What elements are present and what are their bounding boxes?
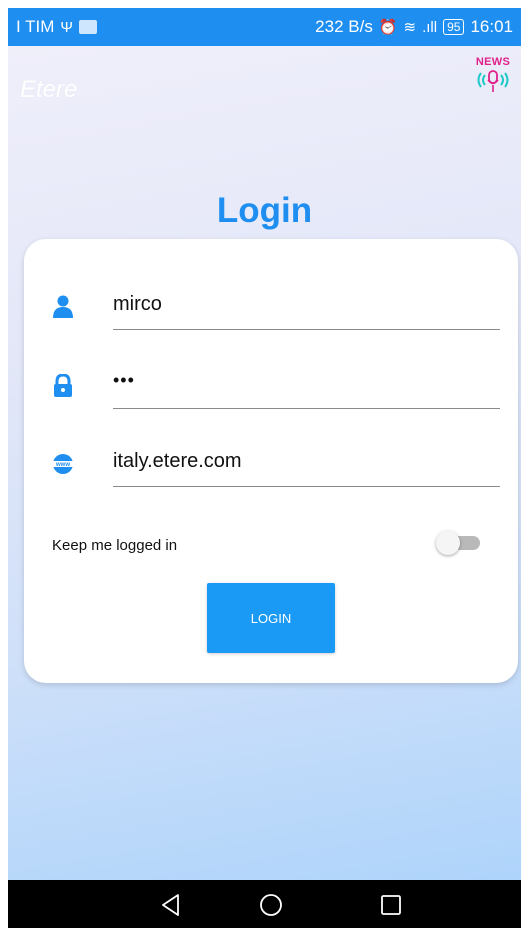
page-title: Login bbox=[216, 191, 313, 230]
server-underline bbox=[113, 486, 500, 487]
status-time: 16:01 bbox=[470, 17, 513, 36]
recents-square-icon[interactable] bbox=[378, 892, 404, 918]
password-field[interactable]: ••• bbox=[52, 368, 500, 409]
news-button[interactable]: NEWS bbox=[470, 56, 516, 102]
battery-icon: 95 bbox=[443, 19, 465, 35]
www-globe-icon: www bbox=[52, 454, 74, 474]
user-icon bbox=[53, 295, 73, 318]
login-button[interactable]: LOGIN bbox=[207, 583, 335, 653]
keep-logged-in-toggle[interactable] bbox=[434, 528, 482, 558]
toggle-thumb bbox=[436, 531, 460, 555]
lock-icon bbox=[54, 374, 72, 397]
home-circle-icon[interactable] bbox=[258, 892, 284, 918]
navigation-bar bbox=[8, 880, 521, 928]
phone-screen: I TIM Ψ 232 B/s ⏰ ≋ .ıll 95 16:01 Etere … bbox=[8, 8, 521, 928]
server-input[interactable]: italy.etere.com bbox=[113, 450, 242, 473]
username-field[interactable]: mirco bbox=[52, 289, 500, 330]
username-input[interactable]: mirco bbox=[113, 293, 162, 316]
net-speed-label: 232 B/s bbox=[315, 17, 373, 36]
signal-icon: .ıll bbox=[422, 18, 438, 36]
notification-icon bbox=[78, 20, 97, 34]
alarm-icon: ⏰ bbox=[378, 19, 398, 36]
keep-logged-in-label: Keep me logged in bbox=[52, 537, 178, 554]
app-title: Etere bbox=[20, 76, 78, 103]
password-input[interactable]: ••• bbox=[113, 370, 135, 391]
svg-text:www: www bbox=[55, 462, 70, 468]
news-label: NEWS bbox=[475, 56, 511, 68]
server-field[interactable]: www italy.etere.com bbox=[52, 446, 500, 487]
usb-icon: Ψ bbox=[60, 18, 73, 36]
carrier-label: I TIM bbox=[16, 17, 55, 36]
podcast-microphone-icon bbox=[477, 70, 509, 92]
wifi-icon: ≋ bbox=[403, 19, 417, 36]
back-triangle-icon[interactable] bbox=[158, 892, 184, 918]
username-underline bbox=[113, 329, 500, 330]
password-underline bbox=[113, 408, 500, 409]
status-bar: I TIM Ψ 232 B/s ⏰ ≋ .ıll 95 16:01 bbox=[8, 8, 521, 46]
login-card: mirco ••• www italy.etere.com Keep me lo… bbox=[24, 239, 518, 683]
